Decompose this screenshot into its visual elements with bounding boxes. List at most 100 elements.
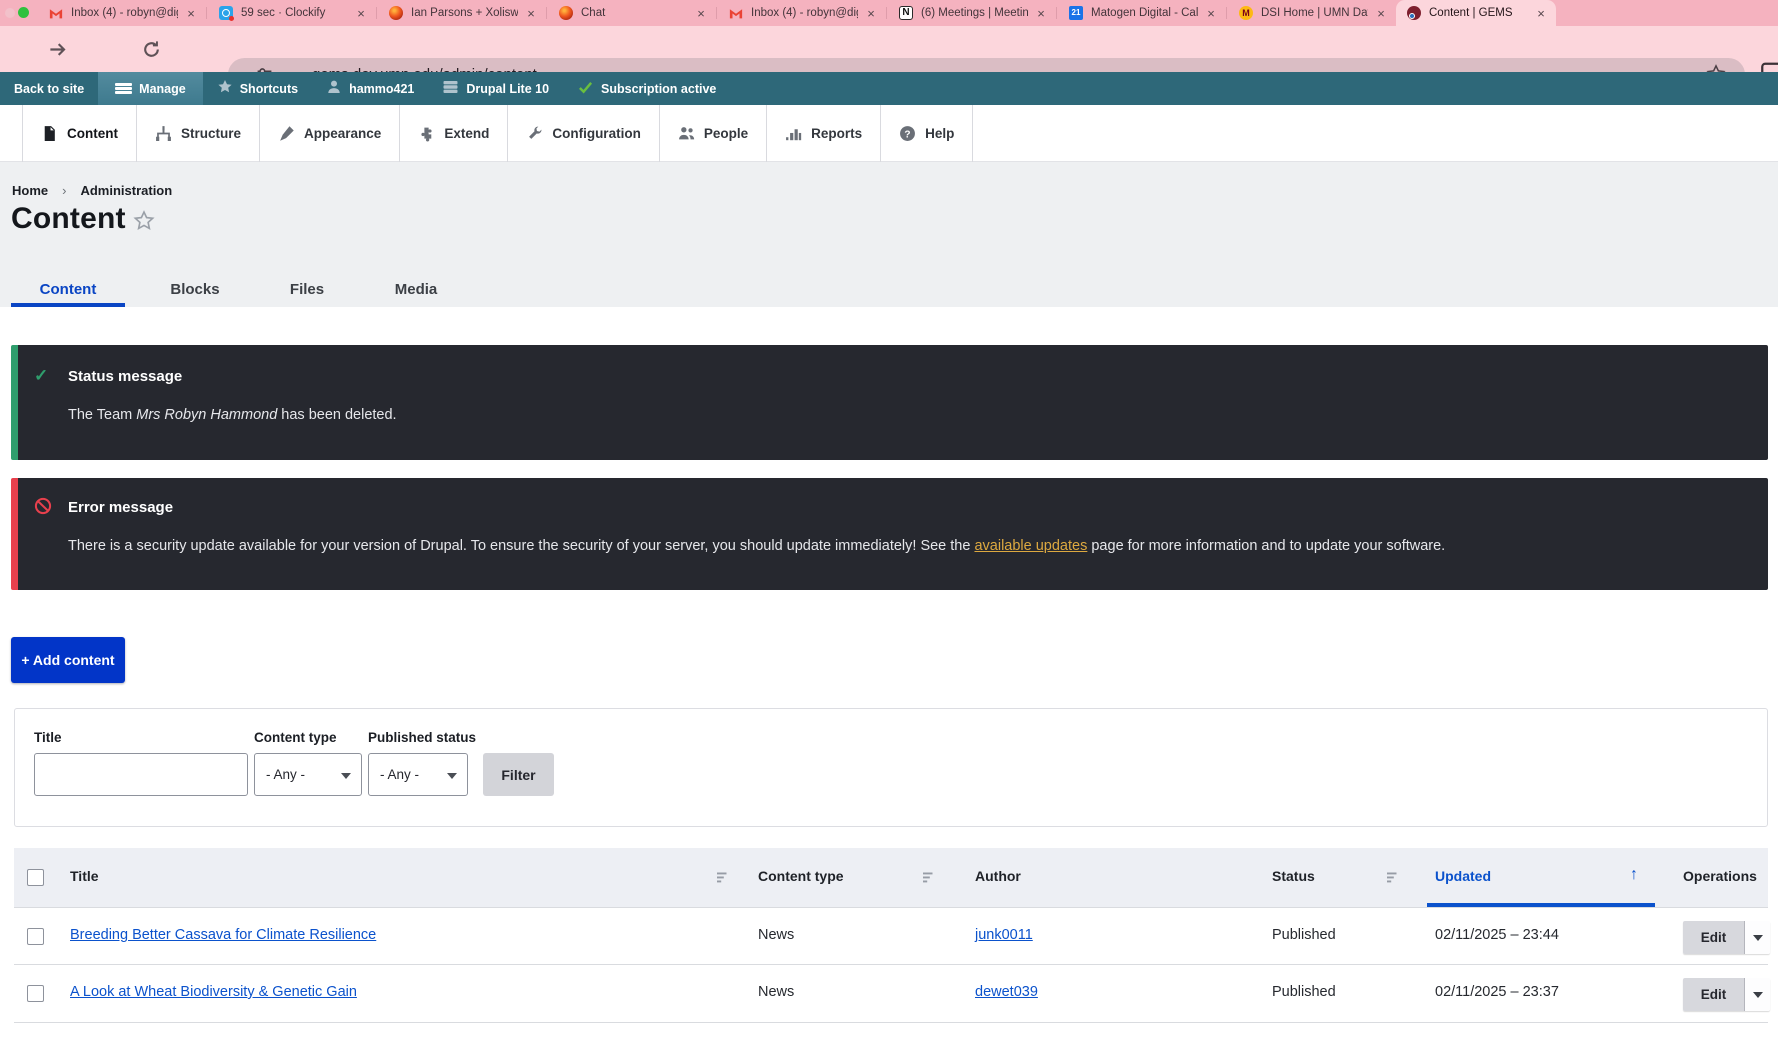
close-icon[interactable]: × bbox=[524, 6, 538, 21]
tab-label: Files bbox=[290, 281, 324, 298]
browser-tab-inbox-1[interactable]: Inbox (4) - robyn@dig × bbox=[38, 0, 206, 26]
tab-blocks[interactable]: Blocks bbox=[136, 272, 254, 307]
sort-icon[interactable] bbox=[716, 870, 731, 885]
shortcuts-label: Shortcuts bbox=[240, 82, 298, 96]
content-type-select[interactable]: - Any - bbox=[254, 753, 362, 796]
edit-button[interactable]: Edit bbox=[1683, 921, 1745, 954]
published-status-select[interactable]: - Any - bbox=[368, 753, 468, 796]
menu-item-extend[interactable]: Extend bbox=[400, 105, 508, 162]
environment-button[interactable]: Drupal Lite 10 bbox=[428, 72, 563, 105]
forward-icon[interactable] bbox=[44, 36, 70, 62]
menu-item-appearance[interactable]: Appearance bbox=[260, 105, 400, 162]
close-icon[interactable]: × bbox=[864, 6, 878, 21]
table-row: A Look at Wheat Biodiversity & Genetic G… bbox=[14, 965, 1768, 1023]
author-link[interactable]: dewet039 bbox=[975, 984, 1038, 1000]
close-icon[interactable]: × bbox=[1034, 6, 1048, 21]
content-title-link[interactable]: A Look at Wheat Biodiversity & Genetic G… bbox=[70, 984, 357, 1000]
window-button-green[interactable] bbox=[18, 7, 29, 18]
tab-media[interactable]: Media bbox=[360, 272, 472, 307]
title-filter-input[interactable] bbox=[34, 753, 248, 796]
menu-item-structure[interactable]: Structure bbox=[137, 105, 260, 162]
content-type-cell: News bbox=[758, 927, 794, 943]
menu-item-configuration[interactable]: Configuration bbox=[508, 105, 659, 162]
menu-item-help[interactable]: ? Help bbox=[881, 105, 973, 162]
browser-tab-calendar[interactable]: 21 Matogen Digital - Cal × bbox=[1058, 0, 1226, 26]
tab-files[interactable]: Files bbox=[254, 272, 360, 307]
sort-icon[interactable] bbox=[1386, 870, 1401, 885]
page-tabs: Content Blocks Files Media bbox=[0, 272, 472, 307]
edit-button[interactable]: Edit bbox=[1683, 978, 1745, 1011]
updated-cell: 02/11/2025 – 23:44 bbox=[1435, 927, 1559, 943]
user-menu-button[interactable]: hammo421 bbox=[312, 72, 428, 105]
tab-label: Media bbox=[395, 281, 438, 298]
close-icon[interactable]: × bbox=[694, 6, 708, 21]
tab-label: Blocks bbox=[170, 281, 219, 298]
operations-dropbutton: Edit bbox=[1683, 978, 1770, 1011]
close-icon[interactable]: × bbox=[354, 6, 368, 21]
tab-title: Matogen Digital - Cal bbox=[1091, 7, 1198, 19]
select-all-checkbox[interactable] bbox=[27, 869, 44, 886]
content-title-link[interactable]: Breeding Better Cassava for Climate Resi… bbox=[70, 927, 376, 943]
menu-item-people[interactable]: People bbox=[660, 105, 767, 162]
column-header-status[interactable]: Status bbox=[1272, 868, 1315, 884]
people-icon bbox=[678, 125, 695, 142]
status-message-body: The Team Mrs Robyn Hammond has been dele… bbox=[68, 407, 397, 423]
back-to-site-button[interactable]: Back to site bbox=[0, 72, 98, 105]
browser-toolbar: gems.dev.umn.edu/admin/content bbox=[0, 26, 1778, 72]
browser-tab-chat[interactable]: Chat × bbox=[548, 0, 716, 26]
close-icon[interactable]: × bbox=[184, 6, 198, 21]
paintbrush-icon bbox=[278, 125, 295, 142]
row-checkbox[interactable] bbox=[27, 928, 44, 945]
shortcuts-button[interactable]: Shortcuts bbox=[203, 72, 312, 105]
author-link[interactable]: junk0011 bbox=[975, 927, 1033, 943]
status-body-entity: Mrs Robyn Hammond bbox=[136, 407, 277, 423]
close-icon[interactable]: × bbox=[1204, 6, 1218, 21]
sort-icon[interactable] bbox=[922, 870, 937, 885]
reload-icon[interactable] bbox=[138, 36, 164, 62]
sort-ascending-icon[interactable]: ↑ bbox=[1630, 866, 1638, 884]
column-header-updated[interactable]: Updated bbox=[1435, 868, 1491, 884]
row-checkbox[interactable] bbox=[27, 985, 44, 1002]
tab-separator bbox=[716, 7, 717, 19]
operations-toggle[interactable] bbox=[1745, 978, 1770, 1011]
operations-toggle[interactable] bbox=[1745, 921, 1770, 954]
menu-item-reports[interactable]: Reports bbox=[767, 105, 881, 162]
column-header-content-type[interactable]: Content type bbox=[758, 868, 844, 884]
browser-tab-inbox-2[interactable]: Inbox (4) - robyn@dig × bbox=[718, 0, 886, 26]
chevron-down-icon bbox=[1753, 992, 1763, 998]
menu-label: People bbox=[704, 126, 748, 141]
browser-tab-ian-parsons[interactable]: Ian Parsons + Xoliswa × bbox=[378, 0, 546, 26]
svg-text:?: ? bbox=[905, 129, 911, 140]
tab-content[interactable]: Content bbox=[0, 272, 136, 307]
hamburger-icon bbox=[115, 83, 132, 94]
page-header: Home › Administration Content Content Bl… bbox=[0, 162, 1778, 307]
filter-panel: Title Content type - Any - Published sta… bbox=[14, 708, 1768, 827]
umn-icon: M bbox=[1239, 6, 1253, 20]
tab-title: (6) Meetings | Meetin bbox=[921, 7, 1028, 19]
filter-button[interactable]: Filter bbox=[483, 753, 554, 796]
add-content-button[interactable]: + Add content bbox=[11, 637, 125, 683]
error-message-heading: Error message bbox=[68, 499, 173, 516]
available-updates-link[interactable]: available updates bbox=[974, 538, 1087, 554]
tab-separator bbox=[1056, 7, 1057, 19]
column-header-title[interactable]: Title bbox=[70, 868, 99, 884]
clockify-icon bbox=[219, 6, 233, 20]
favorite-star-icon[interactable] bbox=[133, 210, 155, 237]
close-icon[interactable]: × bbox=[1534, 6, 1548, 21]
close-icon[interactable]: × bbox=[1374, 6, 1388, 21]
browser-tab-notion[interactable]: N (6) Meetings | Meetin × bbox=[888, 0, 1056, 26]
check-icon bbox=[577, 80, 594, 98]
manage-button[interactable]: Manage bbox=[98, 72, 203, 105]
menu-label: Appearance bbox=[304, 126, 381, 141]
window-button-dim[interactable] bbox=[5, 8, 15, 18]
menu-label: Reports bbox=[811, 126, 862, 141]
menu-item-content[interactable]: Content bbox=[22, 105, 137, 162]
subscription-status[interactable]: Subscription active bbox=[563, 72, 730, 105]
breadcrumb-home-link[interactable]: Home bbox=[12, 183, 48, 198]
browser-tab-clockify[interactable]: 59 sec · Clockify × bbox=[208, 0, 376, 26]
browser-tab-umn[interactable]: M DSI Home | UMN Dat × bbox=[1228, 0, 1396, 26]
status-body-suffix: has been deleted. bbox=[277, 407, 396, 423]
browser-tab-active-gems[interactable]: Content | GEMS × bbox=[1396, 0, 1556, 26]
chevron-down-icon bbox=[1753, 935, 1763, 941]
puzzle-icon bbox=[418, 125, 435, 142]
